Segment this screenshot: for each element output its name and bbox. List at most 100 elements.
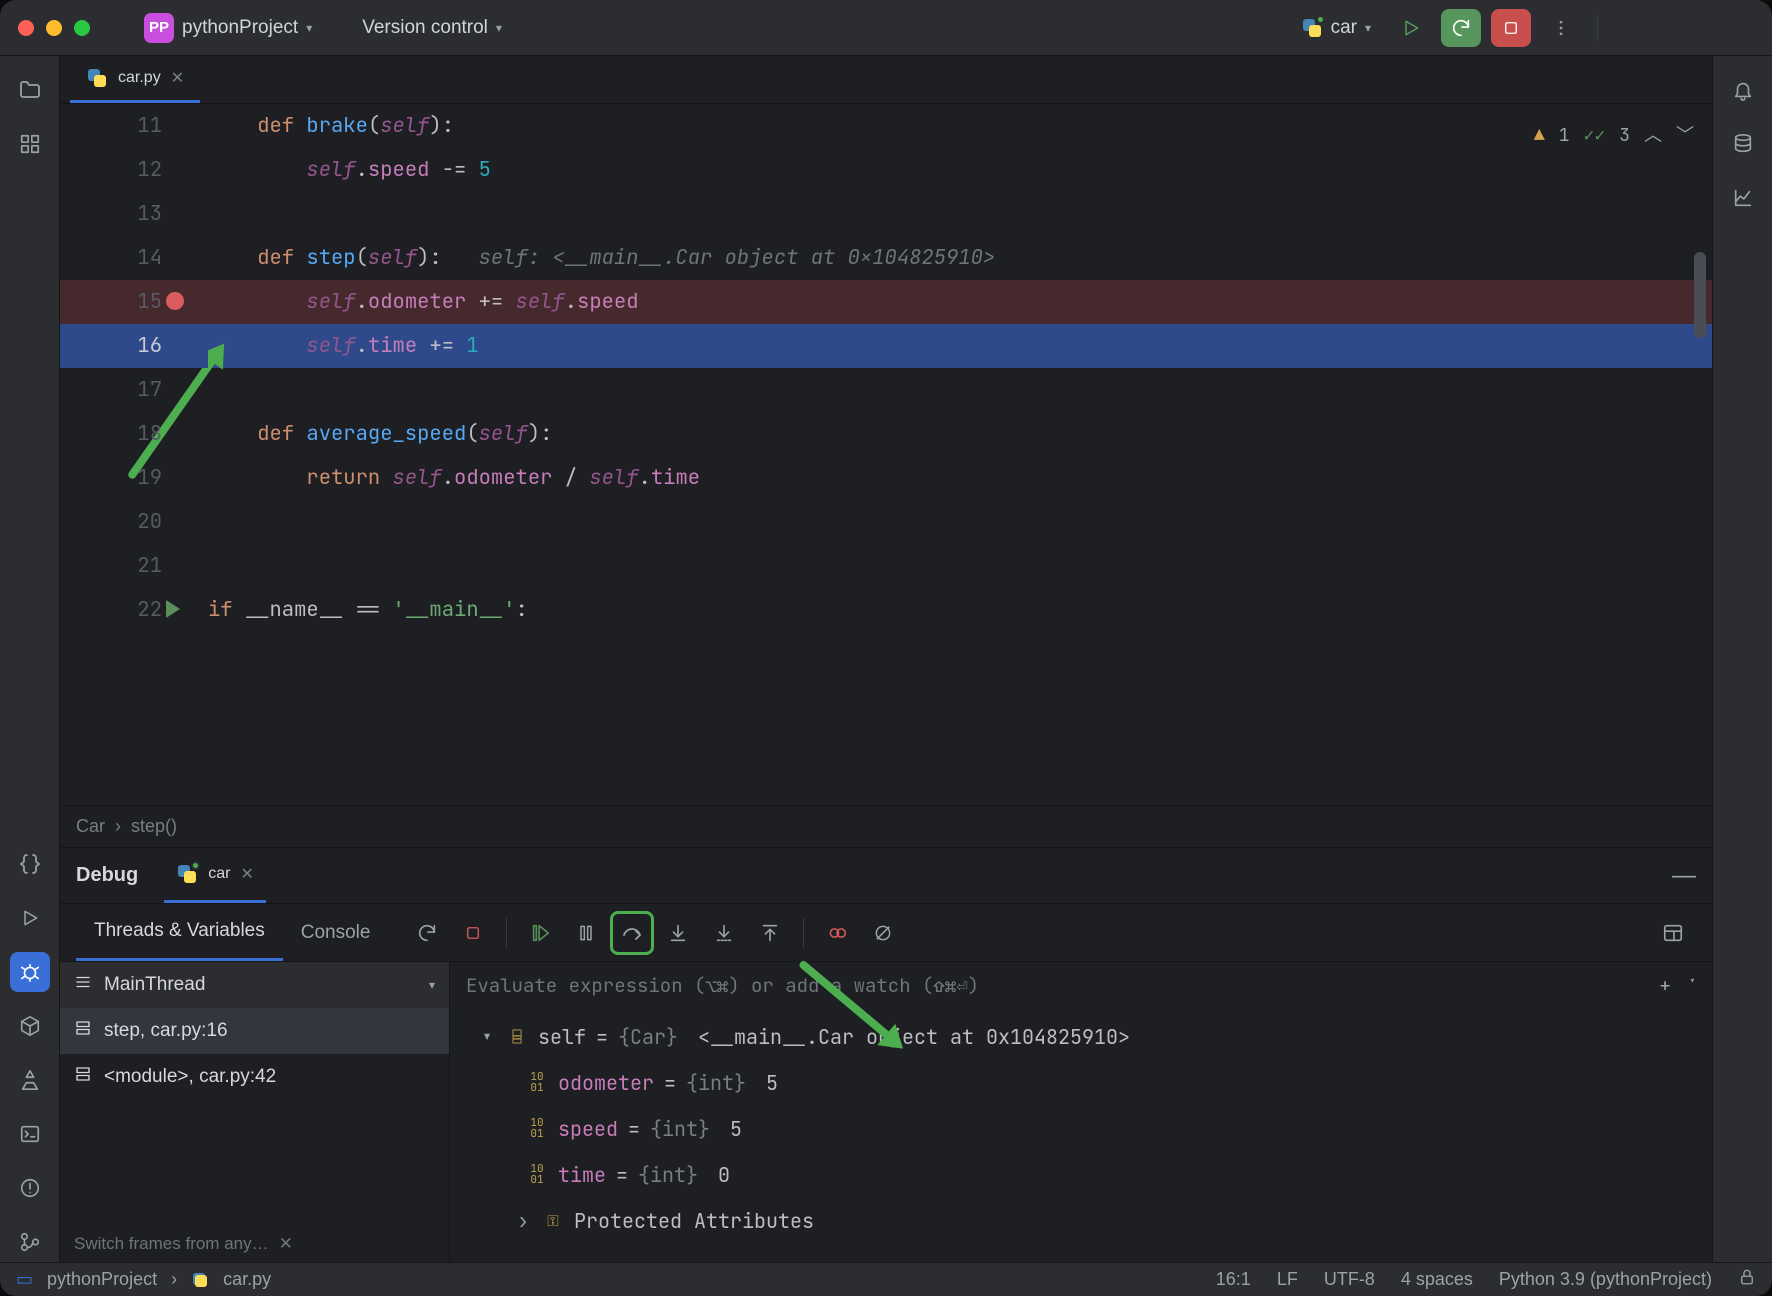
layout-settings-icon[interactable] (1653, 913, 1693, 953)
debug-header: Debug car ✕ — (60, 848, 1712, 904)
more-run-actions[interactable] (1541, 9, 1581, 47)
thread-selector[interactable]: MainThread ▾ (60, 962, 449, 1008)
next-highlight-icon[interactable]: ﹀ (1676, 114, 1694, 158)
int-icon: 1001 (526, 1072, 548, 1094)
var-type: {int} (638, 1152, 698, 1198)
view-breakpoints-icon[interactable] (817, 913, 857, 953)
frames-column: MainThread ▾ step, car.py:16 <module>, ca… (60, 962, 450, 1262)
python-file-icon (86, 67, 108, 89)
zoom-window-icon[interactable] (74, 20, 90, 36)
run-button[interactable] (1391, 9, 1431, 47)
code-with-me-icon[interactable] (1614, 9, 1654, 47)
close-session-icon[interactable]: ✕ (240, 864, 253, 884)
debug-options-icon[interactable] (1630, 862, 1650, 890)
stack-frame-label: <module>, car.py:42 (104, 1066, 276, 1088)
editor-scrollbar[interactable] (1694, 252, 1706, 338)
run-config-selector[interactable]: car ▾ (1295, 13, 1381, 43)
status-file[interactable]: car.py (223, 1269, 271, 1290)
debug-toolbar: Threads & Variables Console (60, 904, 1712, 962)
collapse-icon[interactable]: ▾ (478, 1014, 496, 1060)
stop-button[interactable] (1491, 9, 1531, 47)
vcs-menu[interactable]: Version control ▾ (354, 13, 510, 43)
stop-icon[interactable] (453, 913, 493, 953)
stack-frame[interactable]: step, car.py:16 (60, 1008, 449, 1054)
vcs-tool-icon[interactable] (10, 1222, 50, 1262)
expand-icon[interactable]: › (514, 1198, 532, 1244)
debug-more-icon[interactable] (909, 913, 949, 953)
services-tool-icon[interactable] (10, 1060, 50, 1100)
lock-icon[interactable] (1738, 1268, 1756, 1291)
chevron-down-icon: ▾ (1365, 21, 1371, 35)
var-name: time (558, 1152, 606, 1198)
chevron-down-icon: ▾ (306, 21, 312, 35)
evaluate-expression-input[interactable]: Evaluate expression (⌥⌘) or add a watch … (450, 962, 1712, 1008)
chevron-down-icon[interactable]: ▾ (1689, 973, 1696, 998)
run-tool-icon[interactable] (10, 898, 50, 938)
file-encoding[interactable]: UTF-8 (1324, 1269, 1375, 1290)
prev-highlight-icon[interactable]: ︿ (1644, 114, 1662, 158)
body-area: car.py ✕ ▲ 1 ✓✓ 3 ︿ ﹀ 11 def brake(self)… (0, 56, 1772, 1262)
var-type: {int} (686, 1060, 746, 1106)
sciview-tool-icon[interactable] (1723, 178, 1763, 218)
status-module-icon: ▭ (16, 1269, 33, 1290)
step-into-icon[interactable] (658, 913, 698, 953)
search-icon[interactable] (1664, 9, 1704, 47)
console-tab[interactable]: Console (283, 904, 389, 961)
minimize-window-icon[interactable] (46, 20, 62, 36)
eval-placeholder: Evaluate expression (⌥⌘) or add a watch … (466, 973, 979, 998)
chevron-right-icon: › (171, 1269, 177, 1290)
pause-icon[interactable] (566, 913, 606, 953)
rerun-debug-button[interactable] (1441, 9, 1481, 47)
python-console-tool-icon[interactable] (10, 844, 50, 884)
stack-frame[interactable]: <module>, car.py:42 (60, 1054, 449, 1100)
variables-tree[interactable]: ▾⌸self = {Car} <__main__.Car object at 0… (450, 1008, 1712, 1250)
notifications-icon[interactable] (1723, 70, 1763, 110)
stack-frame-icon (74, 1019, 92, 1043)
var-repr: <__main__.Car object at 0x104825910> (698, 1014, 1130, 1060)
step-over-icon[interactable] (612, 913, 652, 953)
structure-tool-icon[interactable] (10, 124, 50, 164)
close-window-icon[interactable] (18, 20, 34, 36)
resume-icon[interactable] (520, 913, 560, 953)
terminal-tool-icon[interactable] (10, 1114, 50, 1154)
more-tools-icon[interactable] (10, 178, 50, 218)
indent-setting[interactable]: 4 spaces (1401, 1269, 1473, 1290)
mute-breakpoints-icon[interactable] (863, 913, 903, 953)
chevron-right-icon: › (115, 816, 121, 837)
settings-gear-icon[interactable] (1714, 9, 1754, 47)
caret-position[interactable]: 16:1 (1216, 1269, 1251, 1290)
editor-tab-label: car.py (118, 69, 161, 87)
editor-breadcrumb[interactable]: Car › step() (60, 805, 1712, 847)
frames-hint: Switch frames from any… ✕ (60, 1226, 449, 1262)
code-editor[interactable]: ▲ 1 ✓✓ 3 ︿ ﹀ 11 def brake(self):12 self.… (60, 104, 1712, 805)
close-tab-icon[interactable]: ✕ (171, 68, 184, 88)
int-icon: 1001 (526, 1118, 548, 1140)
editor-tabs-more[interactable] (1682, 67, 1702, 92)
step-into-my-code-icon[interactable] (704, 913, 744, 953)
var-name: self (538, 1014, 586, 1060)
debug-session-name: car (208, 865, 230, 883)
project-tool-icon[interactable] (10, 70, 50, 110)
inspection-widget[interactable]: ▲ 1 ✓✓ 3 ︿ ﹀ (1534, 114, 1694, 158)
python-icon (1301, 17, 1323, 39)
minimize-debug-icon[interactable]: — (1672, 862, 1696, 890)
problems-tool-icon[interactable] (10, 1168, 50, 1208)
database-tool-icon[interactable] (1723, 124, 1763, 164)
python-packages-tool-icon[interactable] (10, 1006, 50, 1046)
step-out-icon[interactable] (750, 913, 790, 953)
add-watch-icon[interactable]: + (1659, 973, 1670, 998)
editor-tab-car[interactable]: car.py ✕ (70, 56, 200, 103)
debug-session-tab[interactable]: car ✕ (164, 848, 266, 903)
line-separator[interactable]: LF (1277, 1269, 1298, 1290)
status-project[interactable]: pythonProject (47, 1269, 157, 1290)
right-tool-strip (1712, 56, 1772, 1262)
stack-frame-icon (74, 1065, 92, 1089)
interpreter[interactable]: Python 3.9 (pythonProject) (1499, 1269, 1712, 1290)
rerun-icon[interactable] (407, 913, 447, 953)
debug-tool-icon[interactable] (10, 952, 50, 992)
project-name: pythonProject (182, 17, 298, 39)
project-selector[interactable]: PP pythonProject ▾ (136, 9, 320, 47)
threads-variables-tab[interactable]: Threads & Variables (76, 904, 283, 961)
variables-column: Evaluate expression (⌥⌘) or add a watch … (450, 962, 1712, 1262)
close-hint-icon[interactable]: ✕ (279, 1234, 293, 1254)
